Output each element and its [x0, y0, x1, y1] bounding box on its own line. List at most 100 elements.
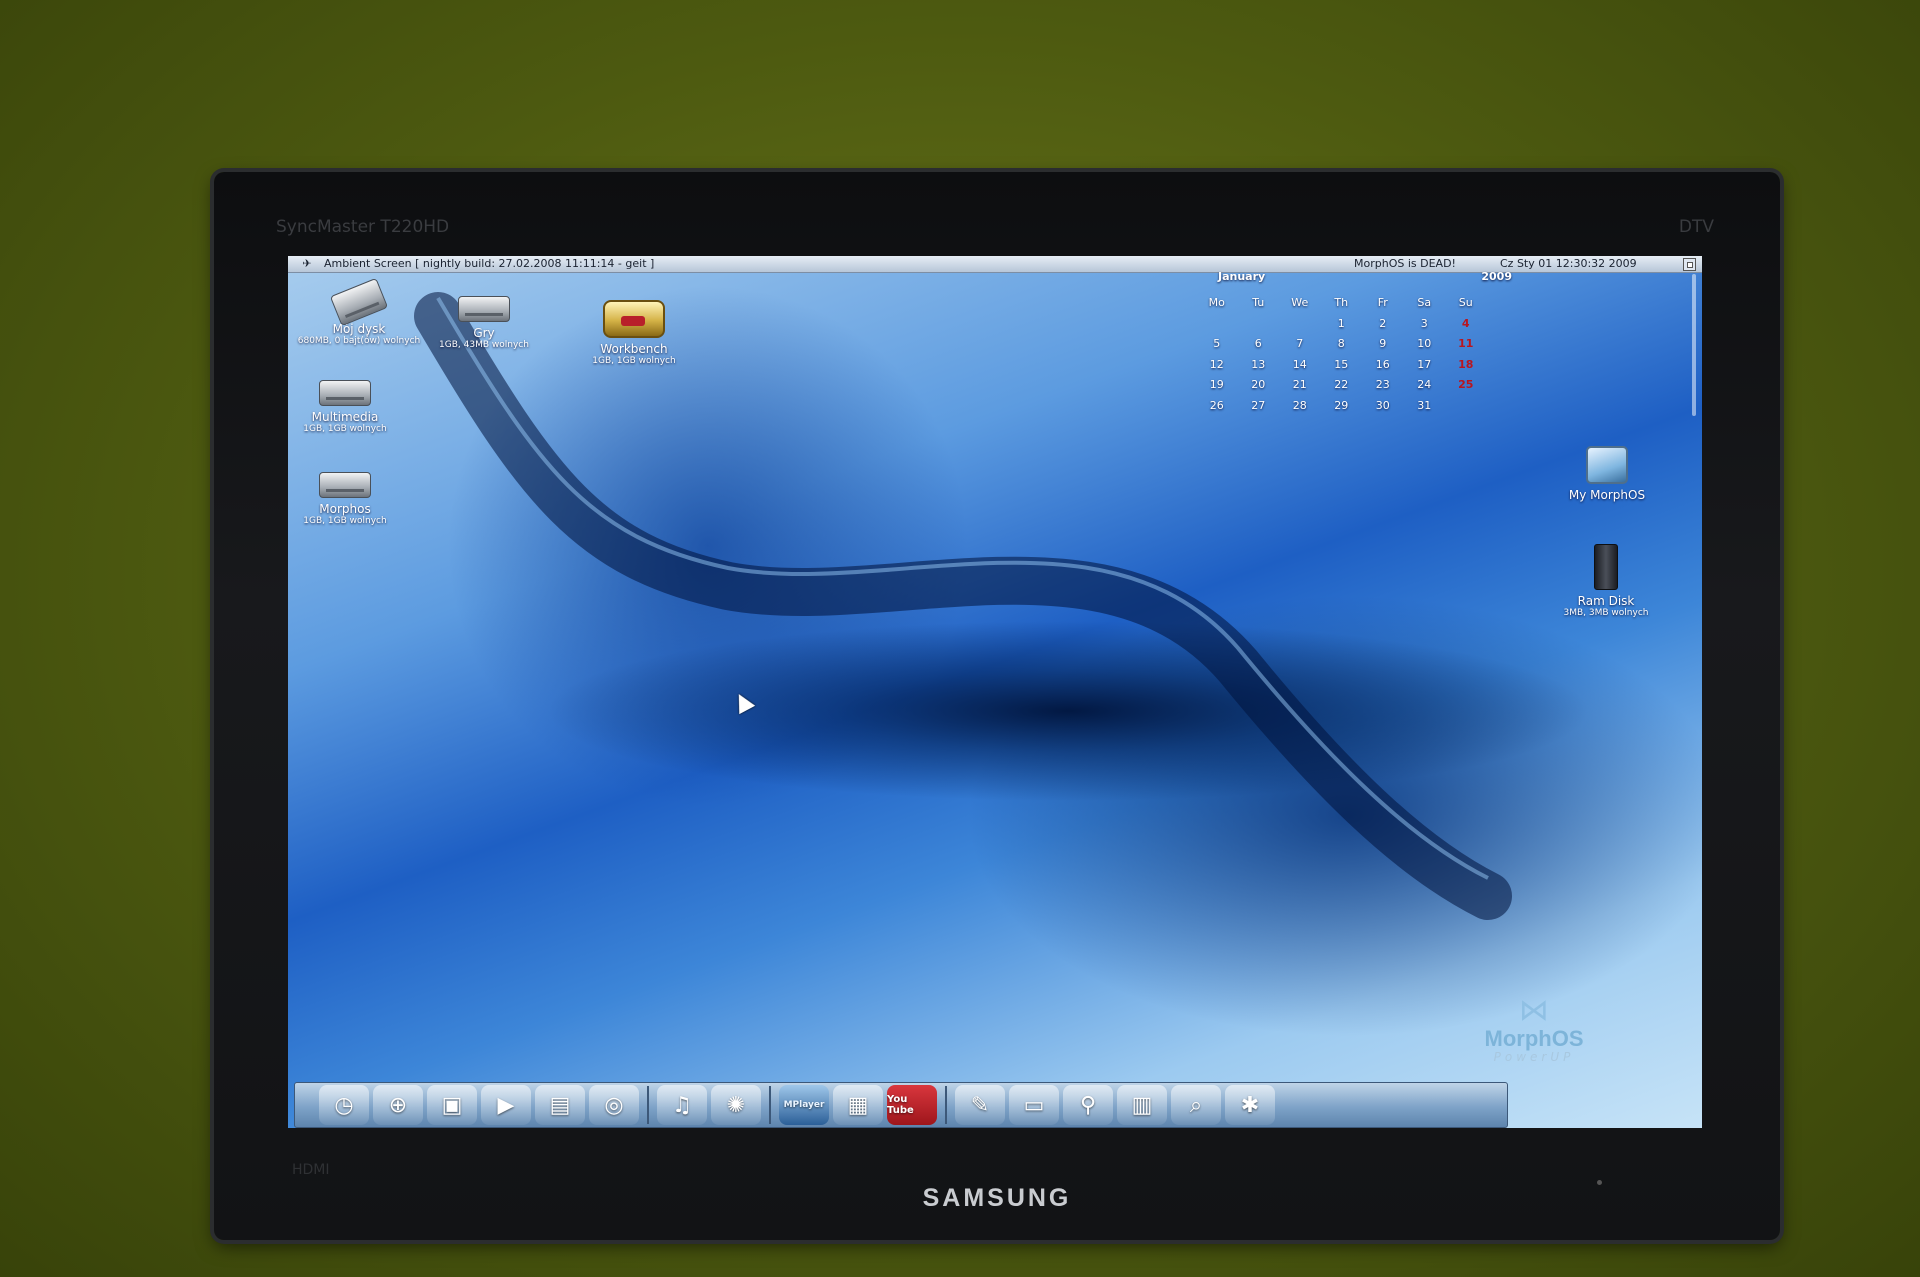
dock-item-youtube[interactable]: You Tube [887, 1085, 937, 1125]
application-dock: ◷ ⊕ ▣ ▶ ▤ ◎ ♫ ✺ MPlayer ▦ You Tube ✎ ▭ ⚲… [294, 1082, 1508, 1128]
video-player-icon: ▣ [441, 1092, 463, 1118]
calendar-day[interactable]: 3 [1404, 317, 1446, 338]
power-led-icon[interactable] [1597, 1180, 1602, 1185]
logo-wordmark: MorphOS [1484, 1026, 1584, 1051]
monitor-hdmi-label: HDMI [292, 1162, 330, 1178]
calendar-day[interactable]: 30 [1362, 399, 1404, 420]
calendar-day[interactable]: 16 [1362, 358, 1404, 379]
dock-item-monitor[interactable]: ▥ [1117, 1085, 1167, 1125]
headphones-icon: ♫ [672, 1092, 692, 1118]
calendar-day[interactable]: 29 [1321, 399, 1363, 420]
dock-item-video-player[interactable]: ▣ [427, 1085, 477, 1125]
dock-item-drive[interactable]: ▤ [535, 1085, 585, 1125]
dock-separator [647, 1086, 649, 1124]
calendar-grid: Mo Tu We Th Fr Sa Su 1 2 3 4 5 6 7 8 9 1… [1196, 296, 1526, 419]
calendar-day[interactable] [1238, 317, 1280, 338]
calendar-day[interactable]: 9 [1362, 337, 1404, 358]
calendar-day[interactable]: 13 [1238, 358, 1280, 379]
calendar-day[interactable]: 19 [1196, 378, 1238, 399]
monitor-brand-logo: SAMSUNG [922, 1184, 1072, 1212]
calendar-day[interactable]: 17 [1404, 358, 1446, 379]
dock-item-clock[interactable]: ◷ [319, 1085, 369, 1125]
paint-icon: ✎ [970, 1092, 990, 1118]
desktop-icon-workbench[interactable]: Workbench 1GB, 1GB wolnych [574, 300, 694, 366]
dock-item-radio[interactable]: ✺ [711, 1085, 761, 1125]
drive-icon [319, 472, 371, 498]
calendar-day-sunday[interactable]: 18 [1445, 358, 1487, 379]
calendar-day[interactable]: 24 [1404, 378, 1446, 399]
calendar-week-row: 1 2 3 4 [1196, 317, 1526, 338]
icon-info: 1GB, 43MB wolnych [439, 340, 529, 350]
butterfly-logo-icon: ⋈ [1519, 993, 1549, 1028]
magnifier-person-icon: ⚲ [1079, 1092, 1097, 1118]
calendar-day-sunday[interactable]: 11 [1445, 337, 1487, 358]
my-morphos-icon [1586, 446, 1628, 484]
dock-item-search[interactable]: ⌕ [1171, 1085, 1221, 1125]
icon-label: Gry [473, 326, 495, 340]
calendar-day-sunday[interactable]: 25 [1445, 378, 1487, 399]
icon-info: 1GB, 1GB wolnych [592, 356, 676, 366]
calendar-day[interactable]: 6 [1238, 337, 1280, 358]
clapperboard-icon: ▦ [847, 1092, 869, 1118]
hard-disk-icon [329, 277, 389, 327]
desktop-screen[interactable]: ✈ Ambient Screen [ nightly build: 27.02.… [288, 256, 1702, 1128]
drive-icon [319, 380, 371, 406]
calendar-day[interactable]: 5 [1196, 337, 1238, 358]
calendar-day[interactable]: 7 [1279, 337, 1321, 358]
radio-icon: ✺ [726, 1092, 746, 1118]
calendar-day[interactable]: 10 [1404, 337, 1446, 358]
calendar-day[interactable]: 1 [1321, 317, 1363, 338]
weekday-label: Tu [1252, 296, 1265, 309]
desktop-scrollbar[interactable] [1692, 274, 1696, 416]
calendar-day[interactable]: 8 [1321, 337, 1363, 358]
icon-label: Morphos [319, 502, 371, 516]
calendar-day[interactable]: 28 [1279, 399, 1321, 420]
icon-label: Mój dysk [332, 322, 386, 336]
calendar-day[interactable]: 14 [1279, 358, 1321, 379]
screen-depth-gadget-icon[interactable] [1683, 258, 1696, 271]
calendar-day[interactable]: 22 [1321, 378, 1363, 399]
dock-item-screen-grab[interactable]: ▭ [1009, 1085, 1059, 1125]
monitor-dtv-label: DTV [1678, 217, 1714, 237]
weekday-label: Su [1458, 296, 1473, 309]
morphos-butterfly-icon[interactable]: ✈ [298, 256, 316, 272]
dock-item-media-play[interactable]: ▶ [481, 1085, 531, 1125]
calendar-day[interactable]: 27 [1238, 399, 1280, 420]
calendar-week-row: 19 20 21 22 23 24 25 [1196, 378, 1526, 399]
cd-icon: ◎ [604, 1092, 624, 1118]
calendar-day[interactable] [1196, 317, 1238, 338]
calendar-week-row: 5 6 7 8 9 10 11 [1196, 337, 1526, 358]
desktop-icon-my-morphos[interactable]: My MorphOS [1552, 446, 1662, 502]
calendar-day[interactable] [1279, 317, 1321, 338]
calendar-day[interactable]: 23 [1362, 378, 1404, 399]
calendar-day[interactable]: 26 [1196, 399, 1238, 420]
calendar-day[interactable]: 12 [1196, 358, 1238, 379]
calendar-month: January [1218, 270, 1266, 283]
dock-item-cd[interactable]: ◎ [589, 1085, 639, 1125]
dock-item-mplayer[interactable]: MPlayer [779, 1085, 829, 1125]
dock-item-tools[interactable]: ✱ [1225, 1085, 1275, 1125]
calendar-day-sunday[interactable]: 4 [1445, 317, 1487, 338]
calendar-day-sunday[interactable] [1445, 399, 1487, 420]
desktop-icon-gry[interactable]: Gry 1GB, 43MB wolnych [424, 296, 544, 350]
desktop-icon-ram-disk[interactable]: Ram Disk 3MB, 3MB wolnych [1546, 544, 1666, 618]
calendar-week-row: 12 13 14 15 16 17 18 [1196, 358, 1526, 379]
calendar-day[interactable]: 31 [1404, 399, 1446, 420]
desktop-icon-morphos[interactable]: Morphos 1GB, 1GB wolnych [290, 472, 400, 526]
dock-item-headphones[interactable]: ♫ [657, 1085, 707, 1125]
calendar-day[interactable]: 21 [1279, 378, 1321, 399]
desktop-icon-moj-dysk[interactable]: Mój dysk 680MB, 0 bajt(ów) wolnych [294, 277, 424, 346]
dock-item-paint[interactable]: ✎ [955, 1085, 1005, 1125]
calendar-day[interactable]: 2 [1362, 317, 1404, 338]
desktop-icon-multimedia[interactable]: Multimedia 1GB, 1GB wolnych [290, 380, 400, 434]
weekday-label: Fr [1377, 296, 1388, 309]
dock-item-globe-search[interactable]: ⊕ [373, 1085, 423, 1125]
workbench-drive-icon [603, 300, 665, 338]
monitor-bezel: SyncMaster T220HD DTV HDMI ✈ Ambient Scr… [214, 172, 1780, 1240]
weekday-label: We [1291, 296, 1309, 309]
morphos-logo: ⋈ MorphOS PowerUP [1464, 993, 1604, 1065]
dock-item-magnifier-person[interactable]: ⚲ [1063, 1085, 1113, 1125]
calendar-day[interactable]: 15 [1321, 358, 1363, 379]
dock-item-clapperboard[interactable]: ▦ [833, 1085, 883, 1125]
calendar-day[interactable]: 20 [1238, 378, 1280, 399]
